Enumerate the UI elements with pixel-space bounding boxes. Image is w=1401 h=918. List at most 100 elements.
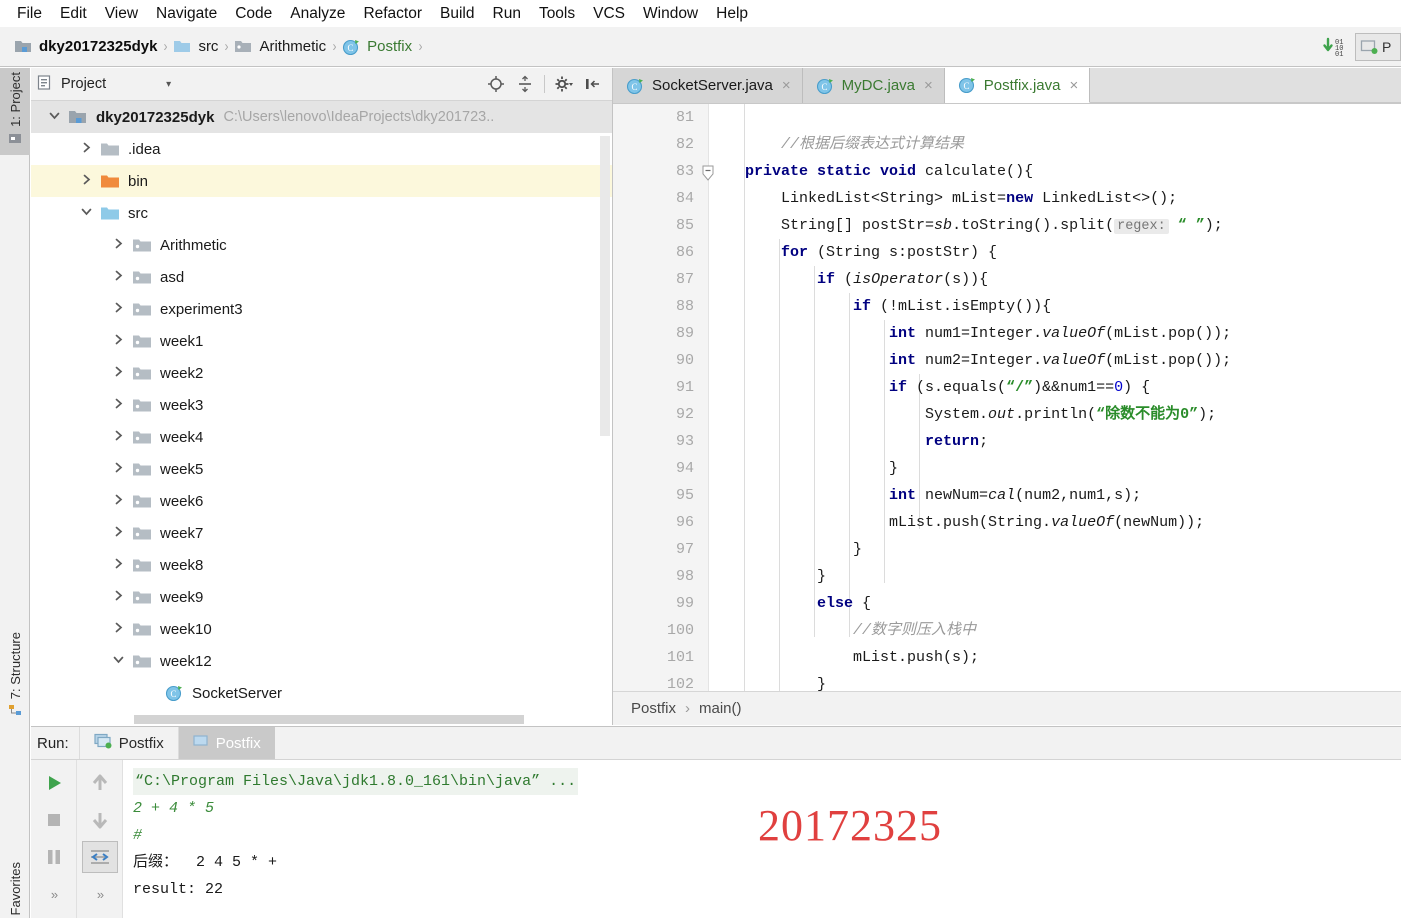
tree-node-week2[interactable]: week2 — [31, 357, 612, 389]
download-binary-icon[interactable]: 01 10 01 — [1321, 34, 1351, 60]
breadcrumb-class[interactable]: Postfix — [631, 700, 676, 717]
code-line[interactable]: return; — [709, 428, 1401, 455]
run-tab-postfix-console[interactable]: Postfix — [177, 727, 275, 759]
code-line[interactable]: String[] postStr=sb.toString().split(reg… — [709, 212, 1401, 239]
sidebar-tab-structure[interactable]: 7: Structure — [0, 628, 30, 727]
menu-item-file[interactable]: File — [8, 3, 51, 25]
line-number-gutter[interactable]: 81 82 83 84 85 86 87 88 89 90 91 92 93 94 95 96 97 98 99 10… — [613, 104, 709, 691]
menu-item-analyze[interactable]: Analyze — [281, 3, 354, 25]
tree-node-week6[interactable]: week6 — [31, 485, 612, 517]
chevron-right-icon[interactable] — [105, 237, 131, 254]
tree-node-week9[interactable]: week9 — [31, 581, 612, 613]
menu-item-code[interactable]: Code — [226, 3, 281, 25]
chevron-right-icon[interactable] — [105, 429, 131, 446]
tree-node-week4[interactable]: week4 — [31, 421, 612, 453]
code-line[interactable]: private static void calculate(){ — [709, 158, 1401, 185]
code-line[interactable]: if (!mList.isEmpty()){ — [709, 293, 1401, 320]
run-tab-postfix-config[interactable]: Postfix — [78, 727, 178, 759]
chevron-right-icon[interactable] — [105, 589, 131, 606]
tree-node-week12[interactable]: week12 — [31, 645, 612, 677]
code-line[interactable]: } — [709, 563, 1401, 590]
code-line[interactable]: //数字则压入栈中 — [709, 617, 1401, 644]
chevron-right-icon[interactable] — [105, 621, 131, 638]
console-output[interactable]: “C:\Program Files\Java\jdk1.8.0_161\bin\… — [123, 760, 1401, 918]
tree-node-idea[interactable]: .idea — [31, 133, 612, 165]
chevron-right-icon[interactable] — [105, 397, 131, 414]
menu-item-help[interactable]: Help — [707, 3, 757, 25]
rerun-play-icon[interactable] — [36, 767, 72, 799]
menu-item-vcs[interactable]: VCS — [584, 3, 634, 25]
menu-item-build[interactable]: Build — [431, 3, 483, 25]
menu-item-refactor[interactable]: Refactor — [354, 3, 431, 25]
editor-tab-postfixjava[interactable]: C Postfix.java × — [944, 68, 1091, 103]
tree-node-src[interactable]: src — [31, 197, 612, 229]
chevron-right-icon[interactable] — [105, 333, 131, 350]
breadcrumb-item-src[interactable]: src — [173, 38, 220, 55]
soft-wrap-icon[interactable] — [81, 841, 118, 873]
code-line[interactable]: int newNum=cal(num2,num1,s); — [709, 482, 1401, 509]
source-code[interactable]: //根据后缀表达式计算结果 private static void calcul… — [709, 104, 1401, 691]
expand-more-icon[interactable]: » — [36, 878, 72, 910]
code-line[interactable]: LinkedList<String> mList=new LinkedList<… — [709, 185, 1401, 212]
project-tree-horizontal-scrollbar[interactable] — [31, 714, 612, 725]
code-line[interactable]: mList.push(s); — [709, 644, 1401, 671]
breadcrumb-method[interactable]: main() — [699, 700, 742, 717]
chevron-right-icon[interactable] — [105, 557, 131, 574]
editor-tab-socketserverjava[interactable]: C SocketServer.java × — [613, 68, 803, 103]
down-arrow-icon[interactable] — [82, 804, 118, 836]
menu-item-view[interactable]: View — [96, 3, 147, 25]
tree-node-dky20172325dyk[interactable]: dky20172325dyk C:\Users\lenovo\IdeaProjec… — [31, 101, 612, 133]
sidebar-tab-project[interactable]: 1: Project — [0, 68, 30, 155]
pause-icon[interactable] — [36, 841, 72, 873]
project-tree-vertical-scrollbar[interactable] — [600, 136, 610, 436]
code-line[interactable]: System.out.println(“除数不能为0”); — [709, 401, 1401, 428]
locate-target-icon[interactable] — [483, 72, 509, 96]
sidebar-tab-favorites[interactable]: 2: Favorites — [0, 858, 30, 918]
tree-node-arithmetic[interactable]: Arithmetic — [31, 229, 612, 261]
chevron-right-icon[interactable] — [105, 461, 131, 478]
code-line[interactable]: else { — [709, 590, 1401, 617]
chevron-right-icon[interactable] — [105, 493, 131, 510]
run-configuration-button[interactable]: P — [1355, 33, 1401, 61]
collapse-all-icon[interactable] — [512, 72, 538, 96]
tree-node-week7[interactable]: week7 — [31, 517, 612, 549]
close-icon[interactable]: × — [782, 77, 791, 94]
chevron-down-icon[interactable] — [73, 205, 99, 222]
menu-item-tools[interactable]: Tools — [530, 3, 584, 25]
menu-item-window[interactable]: Window — [634, 3, 707, 25]
menu-item-edit[interactable]: Edit — [51, 3, 96, 25]
tree-node-asd[interactable]: asd — [31, 261, 612, 293]
code-line[interactable]: //根据后缀表达式计算结果 — [709, 131, 1401, 158]
chevron-right-icon[interactable] — [73, 141, 99, 158]
chevron-right-icon[interactable] — [105, 365, 131, 382]
project-tree[interactable]: dky20172325dyk C:\Users\lenovo\IdeaProjec… — [31, 101, 612, 725]
up-arrow-icon[interactable] — [82, 767, 118, 799]
code-line[interactable] — [709, 104, 1401, 131]
code-line[interactable]: int num2=Integer.valueOf(mList.pop()); — [709, 347, 1401, 374]
chevron-down-icon[interactable] — [41, 109, 67, 126]
chevron-right-icon[interactable] — [105, 301, 131, 318]
stop-icon[interactable] — [36, 804, 72, 836]
tree-node-week3[interactable]: week3 — [31, 389, 612, 421]
expand-more-icon[interactable]: » — [82, 878, 118, 910]
breadcrumb-item-postfix[interactable]: C Postfix — [342, 38, 414, 56]
code-line[interactable]: mList.push(String.valueOf(newNum)); — [709, 509, 1401, 536]
code-line[interactable]: } — [709, 536, 1401, 563]
menu-item-run[interactable]: Run — [484, 3, 530, 25]
tree-node-bin[interactable]: bin — [31, 165, 612, 197]
code-line[interactable]: } — [709, 671, 1401, 691]
code-line[interactable]: if (isOperator(s)){ — [709, 266, 1401, 293]
tree-node-experiment3[interactable]: experiment3 — [31, 293, 612, 325]
close-icon[interactable]: × — [924, 77, 933, 94]
scrollbar-thumb[interactable] — [134, 715, 524, 724]
code-line[interactable]: if (s.equals(“/”)&&num1==0) { — [709, 374, 1401, 401]
close-icon[interactable]: × — [1070, 77, 1079, 94]
menu-item-navigate[interactable]: Navigate — [147, 3, 226, 25]
chevron-down-icon[interactable]: ▾ — [166, 79, 171, 90]
chevron-down-icon[interactable] — [105, 653, 131, 670]
tree-node-week5[interactable]: week5 — [31, 453, 612, 485]
settings-gear-icon[interactable] — [551, 72, 577, 96]
chevron-right-icon[interactable] — [105, 269, 131, 286]
tree-node-socketserver[interactable]: C SocketServer — [31, 677, 612, 709]
hide-panel-icon[interactable] — [580, 72, 606, 96]
